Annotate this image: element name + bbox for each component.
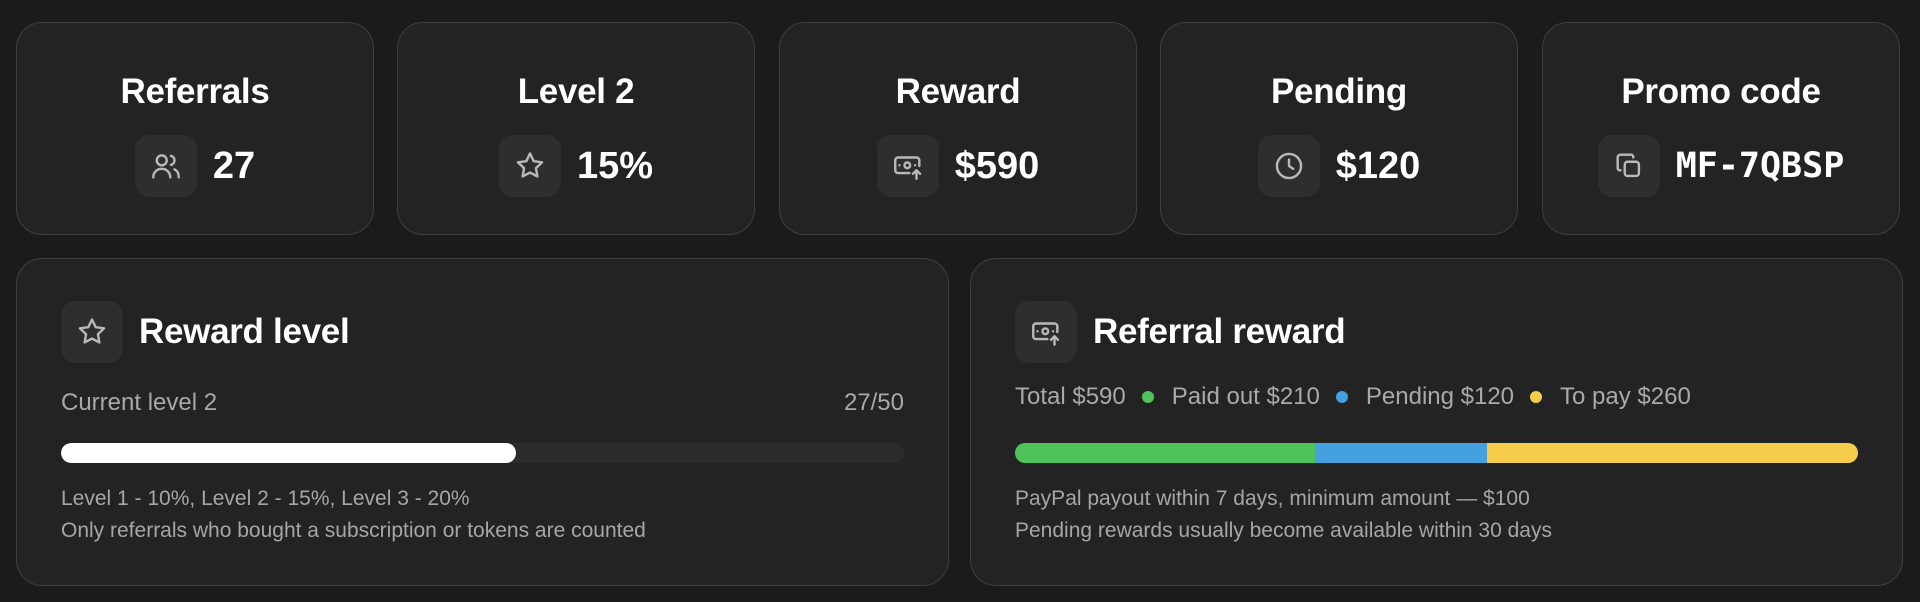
legend-to-pay: To pay $260 (1560, 383, 1691, 410)
stat-title: Level 2 (517, 72, 635, 111)
stat-card-referrals: Referrals 27 (16, 22, 374, 235)
stat-title: Pending (1271, 72, 1407, 111)
legend-pending: Pending $120 (1365, 383, 1515, 410)
promo-code-value[interactable]: MF-7QBSP (1676, 144, 1845, 188)
referral-reward-panel: Referral reward Total $590 Paid out $210… (970, 258, 1903, 586)
cash-upload-icon (1015, 301, 1077, 363)
level-progress-bar (61, 443, 904, 463)
current-level-label: Current level 2 (61, 389, 218, 416)
clock-icon (1257, 135, 1320, 197)
reward-segment-0 (1015, 443, 1316, 463)
reward-note-pending: Pending rewards usually become available… (1015, 519, 1552, 542)
star-icon (61, 301, 123, 363)
copy-icon[interactable] (1597, 135, 1660, 197)
stat-card-pending: Pending $120 (1160, 22, 1518, 235)
level-progress-fill (61, 443, 517, 463)
level-note-criteria: Only referrals who bought a subscription… (61, 519, 646, 542)
referral-dashboard: Referrals 27 Level 2 15% Reward $590 Pen… (0, 0, 1920, 602)
panel-title: Reward level (139, 312, 350, 351)
stat-value: $590 (954, 145, 1040, 187)
stat-card-reward: Reward $590 (779, 22, 1137, 235)
legend-paid-out: Paid out $210 (1171, 383, 1320, 410)
reward-legend: Total $590 Paid out $210 Pending $120 To… (1015, 383, 1691, 411)
level-progress-count: 27/50 (843, 389, 904, 416)
stat-title: Promo code (1621, 72, 1821, 111)
level-note-rates: Level 1 - 10%, Level 2 - 15%, Level 3 - … (61, 487, 470, 510)
legend-dot-to-pay (1530, 391, 1543, 403)
reward-total: Total $590 (1015, 383, 1126, 410)
reward-split-bar (1015, 443, 1858, 463)
users-icon (134, 135, 197, 197)
stat-title: Referrals (120, 72, 270, 111)
stat-value: $120 (1335, 145, 1421, 187)
star-icon (498, 135, 561, 197)
reward-segment-2 (1486, 443, 1858, 463)
stat-value: 27 (212, 145, 256, 187)
cash-upload-icon (876, 135, 939, 197)
reward-segment-1 (1315, 443, 1487, 463)
legend-dot-pending (1335, 391, 1348, 403)
stat-value: 15% (576, 145, 654, 187)
stat-card-level: Level 2 15% (397, 22, 755, 235)
legend-dot-paid (1141, 391, 1154, 403)
stat-title: Reward (895, 72, 1021, 111)
stat-card-promo-code: Promo code MF-7QBSP (1542, 22, 1900, 235)
panel-title: Referral reward (1093, 312, 1346, 351)
reward-note-payout: PayPal payout within 7 days, minimum amo… (1015, 487, 1530, 510)
reward-level-panel: Reward level Current level 2 27/50 Level… (16, 258, 949, 586)
